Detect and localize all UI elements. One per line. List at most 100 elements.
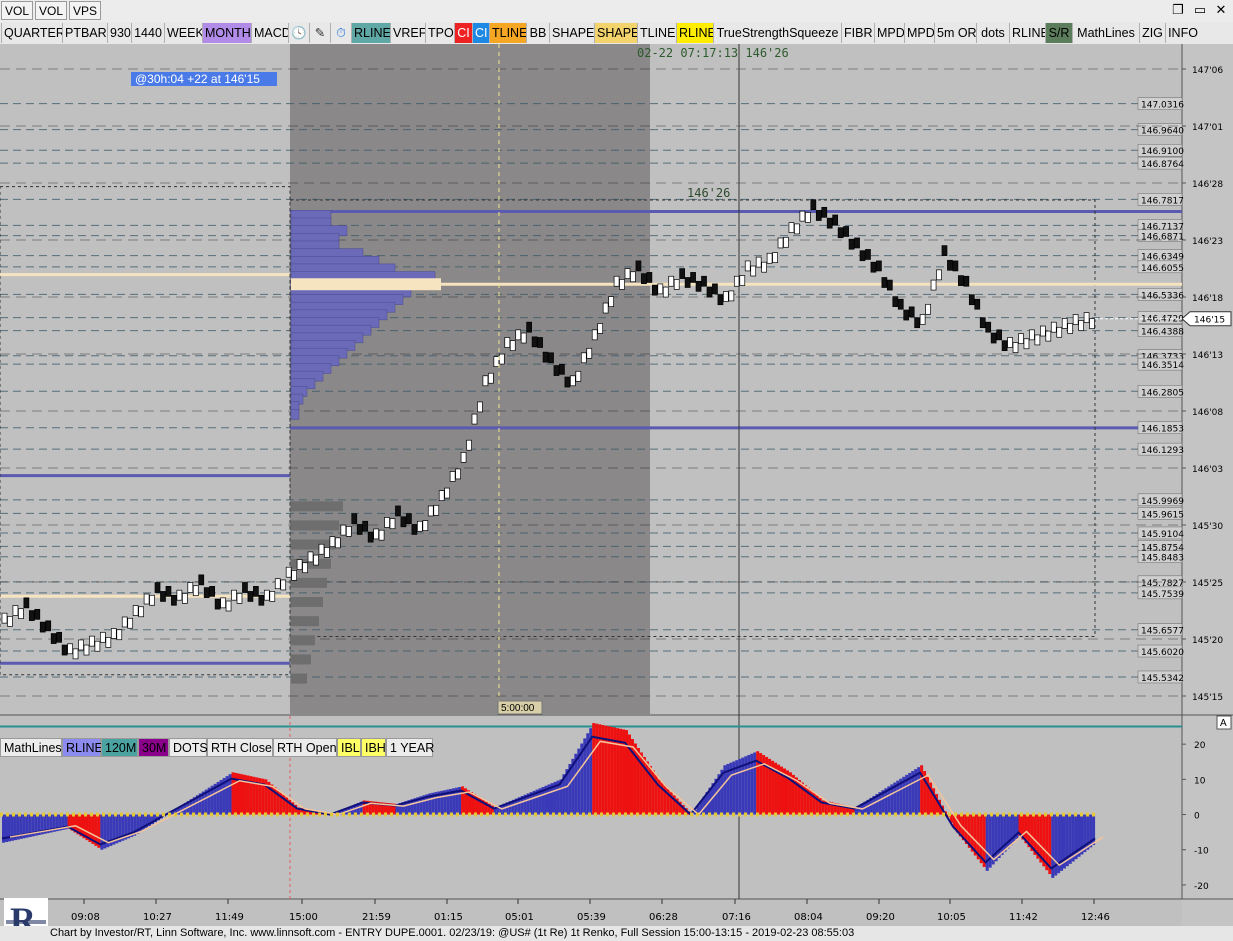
- toolbar-button-rline-27[interactable]: RLINE: [1009, 23, 1045, 43]
- renko-brick: [105, 637, 112, 648]
- bottom-button-rth-close[interactable]: RTH Close: [207, 738, 273, 757]
- bottom-button-30m[interactable]: 30M: [138, 738, 169, 757]
- toolbar-button-macd-6[interactable]: MACD: [251, 23, 288, 43]
- minimize-icon[interactable]: ▭: [1192, 2, 1208, 18]
- stopwatch-icon[interactable]: ⏱: [330, 23, 351, 43]
- bottom-button-ibl[interactable]: IBL: [337, 738, 361, 757]
- bottom-button-1-year[interactable]: 1 YEAR: [386, 738, 434, 757]
- price-level-label: 146.3514: [1141, 361, 1184, 371]
- toolbar-button-ci-13[interactable]: CI: [454, 23, 472, 43]
- window-tab-2[interactable]: VPS: [69, 1, 102, 20]
- renko-brick: [231, 589, 237, 601]
- renko-brick: [979, 317, 986, 329]
- renko-brick: [963, 275, 970, 287]
- x-tick-label: 12:46: [1081, 912, 1110, 923]
- renko-brick: [296, 559, 303, 570]
- toolbar-button-bb-16[interactable]: BB: [526, 23, 549, 43]
- toolbar-button-5m-or-25[interactable]: 5m OR: [934, 23, 976, 43]
- toolbar-button-s-r-28[interactable]: S/R: [1045, 23, 1072, 43]
- toolbar-button-930-2[interactable]: 930: [107, 23, 131, 43]
- renko-brick: [531, 336, 538, 348]
- bottom-button-120m[interactable]: 120M: [101, 738, 138, 757]
- toolbar-button-info-31[interactable]: INFO: [1165, 23, 1200, 43]
- renko-brick: [274, 578, 281, 590]
- toolbar-button-mpd-24[interactable]: MPD: [904, 23, 934, 43]
- renko-brick: [67, 643, 73, 655]
- price-level-label: 145.6020: [1141, 648, 1184, 658]
- x-tick-label: 10:05: [937, 912, 966, 923]
- clock-icon[interactable]: 🕓: [288, 23, 309, 43]
- toolbar-button-ci-14[interactable]: CI: [472, 23, 489, 43]
- renko-brick: [302, 562, 308, 574]
- toolbar-button-1440-3[interactable]: 1440: [131, 23, 164, 43]
- renko-brick: [515, 329, 522, 341]
- renko-brick: [160, 591, 166, 602]
- renko-brick: [132, 605, 139, 616]
- bottom-button-rline[interactable]: RLINE: [62, 738, 103, 757]
- bottom-button-dots[interactable]: DOTS: [169, 738, 208, 757]
- toolbar-button-dots-26[interactable]: dots: [976, 23, 1009, 43]
- bottom-button-mathlines[interactable]: MathLines: [0, 738, 62, 757]
- toolbar-button-rline-10[interactable]: RLINE: [351, 23, 390, 43]
- toolbar-button-shape-18[interactable]: SHAPE: [594, 23, 637, 43]
- toolbar-button-mpd-23[interactable]: MPD: [874, 23, 904, 43]
- renko-brick: [466, 439, 472, 451]
- renko-brick: [690, 272, 696, 283]
- x-tick-label: 07:16: [722, 912, 751, 923]
- renko-brick: [668, 275, 675, 287]
- renko-brick: [1056, 326, 1063, 338]
- restore-icon[interactable]: ❐: [1170, 2, 1186, 18]
- renko-brick: [919, 314, 926, 325]
- toolbar-button-shape-17[interactable]: SHAPE: [549, 23, 594, 43]
- renko-brick: [1, 612, 8, 624]
- toolbar-button-mathlines-29[interactable]: MathLines: [1072, 23, 1139, 43]
- renko-brick: [613, 275, 620, 287]
- window-tab-0[interactable]: VOL: [1, 1, 34, 20]
- toolbar-button-quarter-0[interactable]: QUARTER: [1, 23, 62, 43]
- renko-brick: [662, 286, 669, 298]
- renko-brick: [1012, 342, 1019, 353]
- toolbar-button-zig-30[interactable]: ZIG: [1139, 23, 1165, 43]
- renko-brick: [914, 317, 921, 329]
- toolbar-button-ptbar-1[interactable]: PTBAR: [62, 23, 107, 43]
- toolbar-button-vref-11[interactable]: VREF: [390, 23, 425, 43]
- x-tick-label: 15:00: [289, 912, 318, 923]
- pencil-icon[interactable]: ✎: [309, 23, 330, 43]
- toolbar-button-tline-19[interactable]: TLINE: [637, 23, 676, 43]
- renko-brick: [411, 524, 418, 535]
- renko-brick: [712, 283, 718, 295]
- renko-brick: [805, 212, 811, 223]
- price-level-label: 146.5336: [1141, 291, 1184, 301]
- renko-brick: [78, 639, 84, 651]
- toolbar-button-truestrengthsqueeze-21[interactable]: TrueStrengthSqueeze: [713, 23, 841, 43]
- toolbar-button-tline-15[interactable]: TLINE: [489, 23, 526, 43]
- renko-brick: [542, 351, 549, 363]
- renko-brick: [253, 586, 259, 597]
- window-tab-1[interactable]: VOL: [35, 1, 68, 20]
- price-level-label: 146.7817: [1141, 196, 1184, 206]
- y-tick-label: 145'15: [1192, 693, 1223, 703]
- renko-brick: [843, 226, 849, 237]
- renko-brick: [930, 279, 937, 291]
- toolbar-button-tpo-12[interactable]: TPO: [425, 23, 454, 43]
- renko-brick: [187, 582, 194, 593]
- chart-svg[interactable]: 147.0316 146.9640 146.9100 146.8764 146.7817…: [0, 44, 1233, 941]
- renko-brick: [89, 635, 95, 647]
- renko-brick: [837, 227, 844, 239]
- renko-brick: [897, 298, 904, 310]
- toolbar-button-month-5[interactable]: MONTH: [202, 23, 251, 43]
- volume-profile-bar: [290, 409, 300, 420]
- volume-profile-lower-bar: [291, 635, 315, 646]
- close-icon[interactable]: ✕: [1213, 2, 1229, 18]
- renko-brick: [335, 537, 341, 549]
- renko-brick: [526, 321, 532, 333]
- renko-brick: [772, 252, 778, 263]
- renko-brick: [39, 621, 46, 633]
- renko-brick: [941, 245, 948, 256]
- bottom-button-rth-open[interactable]: RTH Open: [273, 738, 337, 757]
- bottom-button-ibh[interactable]: IBH: [361, 738, 386, 757]
- toolbar-button-week-4[interactable]: WEEK: [164, 23, 202, 43]
- toolbar-button-fibr-22[interactable]: FIBR: [841, 23, 874, 43]
- toolbar-button-rline-20[interactable]: RLINE: [676, 23, 713, 43]
- renko-brick: [870, 261, 877, 273]
